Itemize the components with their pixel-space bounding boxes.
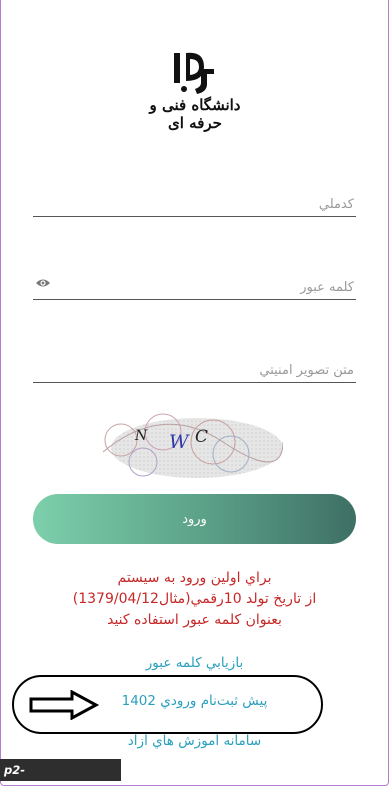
captcha-field	[33, 350, 356, 383]
svg-text:W: W	[169, 431, 190, 453]
eye-icon[interactable]	[35, 277, 51, 289]
free-education-link[interactable]: سامانه اموزش هاي ازاد	[0, 733, 389, 749]
captcha-input[interactable]	[33, 363, 356, 378]
university-name: دانشگاه فنی و حرفه ای	[149, 96, 241, 132]
pre-registration-link[interactable]: پيش ثبت‌نام ورودي 1402	[0, 693, 389, 709]
recover-password-link[interactable]: بازيابي كلمه عبور	[0, 655, 389, 671]
national-code-field	[33, 184, 356, 217]
password-field	[33, 267, 356, 300]
national-code-input[interactable]	[33, 197, 356, 212]
svg-text:N: N	[134, 428, 148, 444]
site-watermark: p2-zahedan.nus.ac.ir	[0, 759, 121, 799]
captcha-image[interactable]: N W C	[103, 412, 283, 480]
notice-line-1: براي اولين ورود به سيستم	[117, 570, 272, 586]
notice-line-2: از تاريخ تولد 10رقمي(مثال1379/04/12)	[72, 591, 317, 607]
svg-text:C: C	[195, 427, 208, 447]
login-button[interactable]: ورود	[33, 494, 356, 544]
password-input[interactable]	[33, 280, 356, 295]
first-login-notice: براي اولين ورود به سيستم از تاريخ تولد 1…	[20, 568, 369, 631]
notice-line-3: بعنوان كلمه عبور استفاده كنيد	[107, 612, 282, 628]
